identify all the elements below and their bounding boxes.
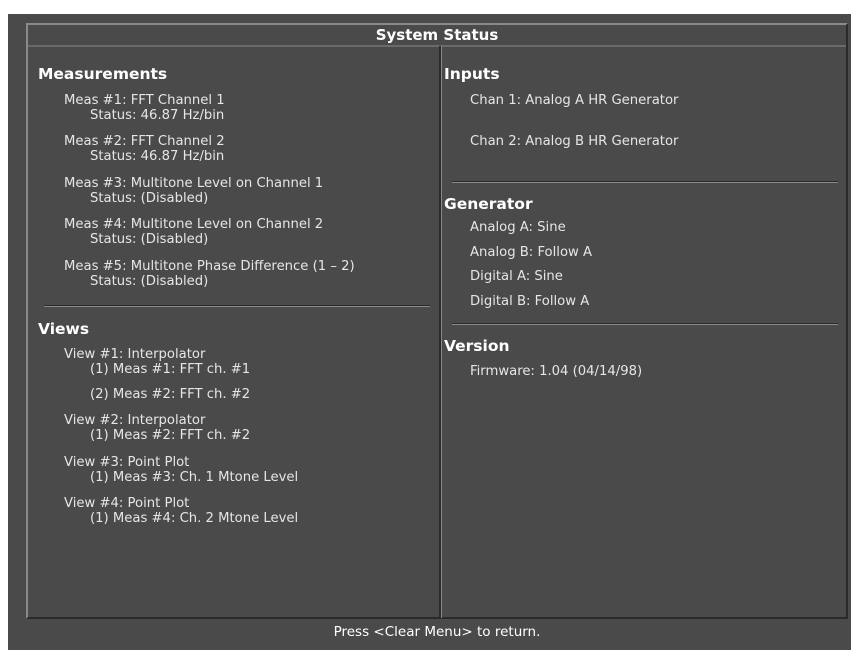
generator-digital-b: Digital B: Follow A <box>470 294 590 309</box>
view-2-label: View #2: Interpolator <box>64 413 206 428</box>
firmware-version: Firmware: 1.04 (04/14/98) <box>470 364 643 379</box>
version-heading: Version <box>444 337 510 355</box>
meas-3-label: Meas #3: Multitone Level on Channel 1 <box>64 176 324 191</box>
views-heading: Views <box>38 320 90 338</box>
generator-analog-b: Analog B: Follow A <box>470 245 593 260</box>
generator-heading: Generator <box>444 195 533 213</box>
meas-1-label: Meas #1: FFT Channel 1 <box>64 93 225 108</box>
view-2-meas-1: (1) Meas #2: FFT ch. #2 <box>90 428 251 443</box>
measurements-separator <box>44 305 430 307</box>
generator-analog-a: Analog A: Sine <box>470 220 566 235</box>
input-chan-1: Chan 1: Analog A HR Generator <box>470 93 679 108</box>
return-instruction: Press <Clear Menu> to return. <box>333 624 541 640</box>
view-4-meas-1: (1) Meas #4: Ch. 2 Mtone Level <box>90 511 299 526</box>
meas-1-status: Status: 46.87 Hz/bin <box>90 108 225 123</box>
input-chan-2: Chan 2: Analog B HR Generator <box>470 134 679 149</box>
view-1-label: View #1: Interpolator <box>64 347 206 362</box>
view-1-meas-1: (1) Meas #1: FFT ch. #1 <box>90 362 251 377</box>
inputs-separator <box>452 181 838 183</box>
meas-4-status: Status: (Disabled) <box>90 232 209 247</box>
column-divider <box>439 46 442 618</box>
view-4-label: View #4: Point Plot <box>64 496 190 511</box>
view-3-label: View #3: Point Plot <box>64 455 190 470</box>
measurements-heading: Measurements <box>38 65 168 83</box>
meas-2-label: Meas #2: FFT Channel 2 <box>64 134 225 149</box>
view-1-meas-2: (2) Meas #2: FFT ch. #2 <box>90 387 251 402</box>
meas-5-status: Status: (Disabled) <box>90 274 209 289</box>
meas-4-label: Meas #4: Multitone Level on Channel 2 <box>64 217 324 232</box>
inputs-heading: Inputs <box>444 65 500 83</box>
meas-2-status: Status: 46.87 Hz/bin <box>90 149 225 164</box>
meas-3-status: Status: (Disabled) <box>90 191 209 206</box>
view-3-meas-1: (1) Meas #3: Ch. 1 Mtone Level <box>90 470 299 485</box>
generator-separator <box>452 323 838 325</box>
page-title: System Status <box>28 25 846 47</box>
generator-digital-a: Digital A: Sine <box>470 269 563 284</box>
meas-5-label: Meas #5: Multitone Phase Difference (1 –… <box>64 259 355 274</box>
